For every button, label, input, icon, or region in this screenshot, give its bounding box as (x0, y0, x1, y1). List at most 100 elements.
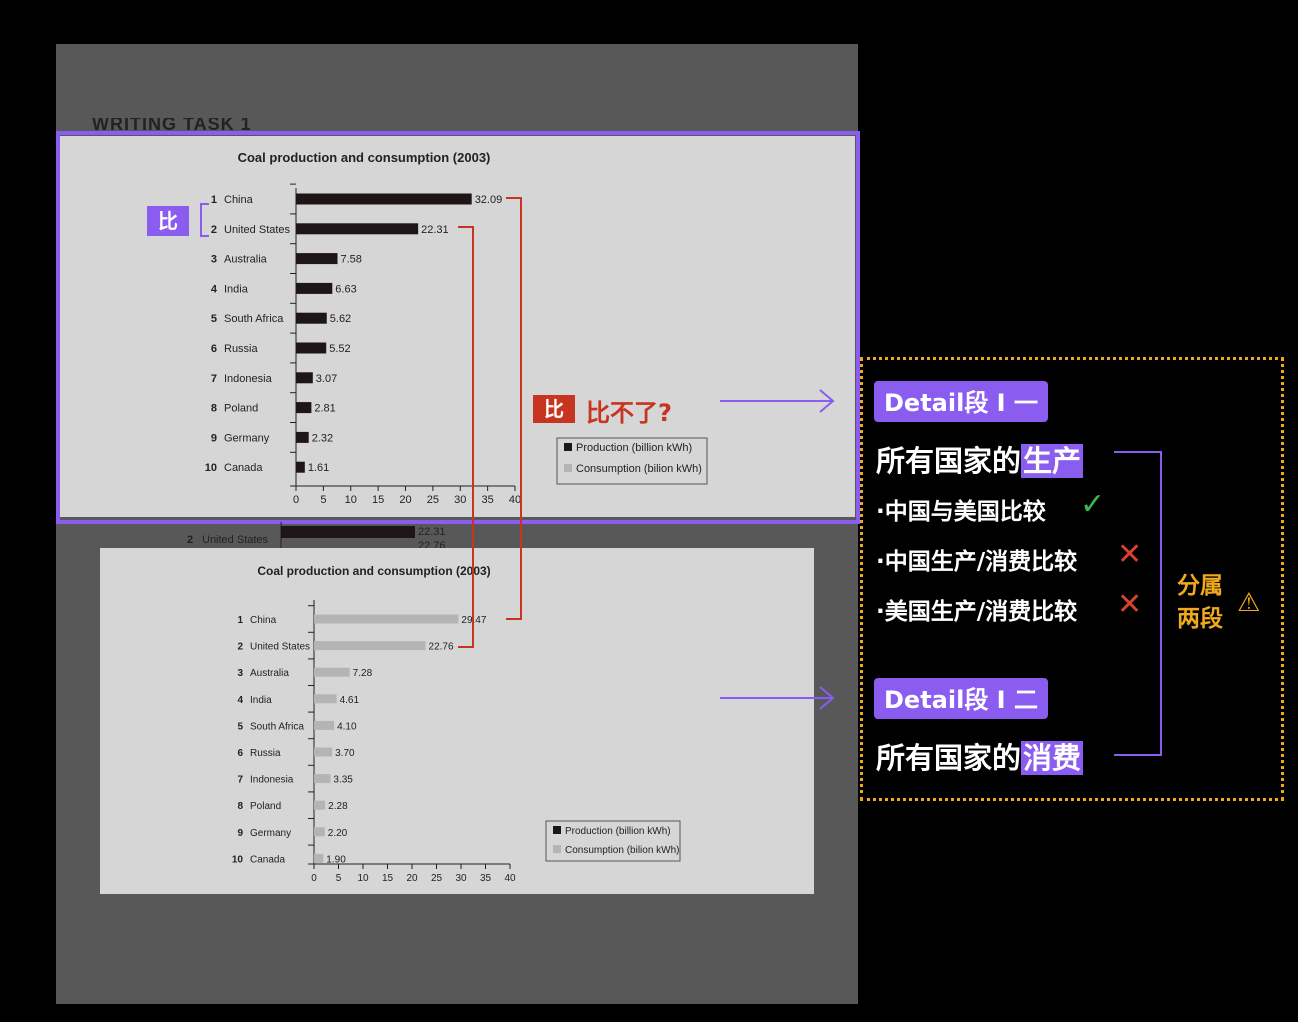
category-label: United States (224, 224, 291, 236)
compare-red-tag: 比 (533, 395, 575, 423)
x-tick-label: 20 (406, 873, 418, 884)
consumption-chart-svg: Coal production and consumption (2003)1 C… (232, 564, 681, 884)
x-tick-label: 0 (311, 873, 317, 884)
rank-label: 5 (237, 721, 243, 732)
bar (314, 853, 324, 863)
cross-icon: ✕ (1117, 587, 1143, 622)
bar (314, 667, 350, 677)
category-label: United States (250, 642, 310, 653)
category-label: Indonesia (250, 775, 294, 786)
legend-label: Production (billion kWh) (576, 442, 692, 454)
peek-value2: 22.76 (418, 540, 446, 548)
category-label: Germany (250, 828, 291, 839)
cross-icon: ✕ (1117, 537, 1143, 572)
category-label: China (224, 194, 254, 206)
rank-label: 10 (232, 854, 244, 865)
category-label: Germany (224, 432, 270, 444)
rank-label: 3 (211, 254, 217, 266)
category-label: India (224, 283, 249, 295)
value-label: 29.47 (461, 615, 486, 626)
production-chart: Coal production and consumption (2003) 1 C… (60, 136, 855, 517)
x-tick-label: 5 (320, 494, 326, 506)
cannot-compare-label: 比不了? (586, 399, 672, 427)
rank-label: 10 (205, 462, 217, 474)
value-label: 22.76 (429, 642, 454, 653)
legend-label: Production (billion kWh) (565, 826, 671, 837)
separate-note-line1: 分属 (1177, 573, 1223, 599)
value-label: 4.61 (340, 695, 360, 706)
check-icon: ✓ (1080, 487, 1106, 522)
x-tick-label: 25 (431, 873, 443, 884)
category-label: South Africa (250, 721, 304, 732)
chart-title: Coal production and consumption (2003) (257, 564, 490, 578)
bar (296, 282, 333, 294)
x-tick-label: 10 (345, 494, 357, 506)
bar (296, 461, 305, 473)
peek-strip: 2 United States 22.31 22.76 (100, 518, 560, 548)
category-label: Australia (224, 254, 268, 266)
value-label: 2.20 (328, 828, 348, 839)
value-label: 3.35 (333, 775, 353, 786)
value-label: 2.28 (328, 801, 348, 812)
rank-label: 6 (237, 748, 243, 759)
bar (296, 431, 309, 443)
rank-label: 4 (211, 283, 218, 295)
category-label: Canada (224, 462, 263, 474)
value-label: 4.10 (337, 721, 357, 732)
detail2-heading-prefix: 所有国家的 (876, 741, 1022, 775)
category-label: Poland (224, 403, 258, 415)
x-tick-label: 35 (482, 494, 494, 506)
category-label: India (250, 695, 272, 706)
category-label: Canada (250, 854, 285, 865)
bar (314, 694, 337, 704)
bar (296, 342, 327, 354)
x-tick-label: 5 (336, 873, 342, 884)
value-label: 5.62 (330, 313, 351, 325)
legend-swatch (553, 845, 561, 853)
rank-label: 7 (237, 775, 243, 786)
legend-swatch (564, 464, 572, 472)
value-label: 2.32 (312, 432, 333, 444)
bar (314, 747, 333, 757)
bar (314, 614, 459, 624)
category-label: Indonesia (224, 373, 273, 385)
cropped-heading: WRITING TASK 1 (92, 118, 252, 132)
rank-label: 9 (237, 828, 243, 839)
x-tick-label: 20 (399, 494, 411, 506)
category-label: China (250, 615, 277, 626)
compare-tag: 比 (147, 206, 189, 236)
value-label: 1.90 (326, 854, 346, 865)
legend-swatch (564, 443, 572, 451)
bar (314, 774, 331, 784)
bar (314, 641, 426, 651)
bar (314, 720, 335, 730)
bar (296, 312, 327, 324)
value-label: 3.70 (335, 748, 355, 759)
peek-country: United States (202, 534, 269, 546)
category-label: Russia (250, 748, 281, 759)
detail1-tag: Detail段 I 一 (874, 381, 1048, 422)
value-label: 7.58 (341, 254, 362, 266)
bar (296, 193, 472, 205)
x-tick-label: 25 (427, 494, 439, 506)
bar (296, 372, 313, 384)
detail1-heading-prefix: 所有国家的 (876, 444, 1022, 478)
value-label: 3.07 (316, 373, 337, 385)
bullet-china-us: ·中国与美国比较 (876, 499, 1046, 525)
detail2-heading: 所有国家的消费 (876, 735, 1084, 777)
rank-label: 1 (237, 615, 243, 626)
bar (314, 800, 326, 810)
rank-label: 2 (237, 642, 243, 653)
value-label: 6.63 (335, 283, 356, 295)
peek-rank: 2 (187, 534, 193, 546)
category-label: Poland (250, 801, 281, 812)
x-tick-label: 30 (454, 494, 466, 506)
rank-label: 9 (211, 432, 217, 444)
consumption-chart: Coal production and consumption (2003) 1 C… (100, 548, 814, 894)
value-label: 2.81 (314, 403, 335, 415)
separate-note: 分属 两段 (1177, 570, 1237, 636)
detail2-heading-highlight: 消费 (1021, 741, 1084, 775)
rank-label: 2 (211, 224, 217, 236)
x-tick-label: 40 (509, 494, 521, 506)
x-tick-label: 15 (372, 494, 384, 506)
